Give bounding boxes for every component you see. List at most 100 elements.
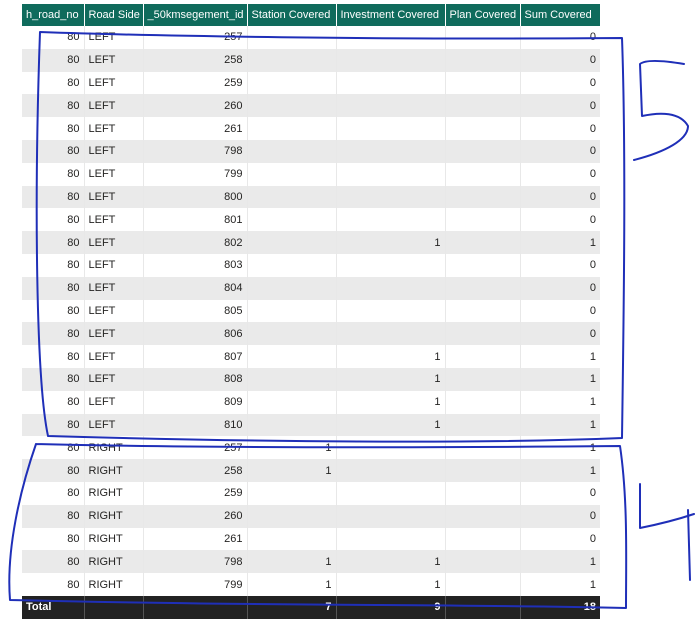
column-header-plan-covered[interactable]: Plan Covered	[445, 4, 521, 26]
cell-road-side: LEFT	[84, 185, 144, 209]
cell-investment-covered: 1	[336, 367, 446, 391]
cell-segment-id: 257	[143, 436, 248, 460]
cell-h-road-no: 80	[22, 345, 85, 368]
cell-station-covered	[247, 71, 337, 95]
cell-plan-covered	[445, 253, 521, 277]
cell-investment-covered	[336, 48, 446, 72]
cell-road-side: LEFT	[84, 117, 144, 140]
cell-sum-covered: 0	[520, 117, 600, 140]
cell-road-side: LEFT	[84, 390, 144, 414]
cell-road-side: LEFT	[84, 299, 144, 323]
cell-station-covered	[247, 48, 337, 72]
table-row: 80 LEFT 259 0	[22, 71, 600, 95]
cell-h-road-no: 80	[22, 48, 85, 72]
cell-road-side: RIGHT	[84, 459, 144, 482]
cell-h-road-no: 80	[22, 390, 85, 414]
cell-station-covered	[247, 117, 337, 140]
cell-h-road-no: 80	[22, 185, 85, 209]
cell-sum-covered: 0	[520, 299, 600, 323]
cell-investment-covered	[336, 527, 446, 551]
cell-plan-covered	[445, 276, 521, 300]
data-table: h_road_no Road Side _50kmsegement_id Sta…	[22, 4, 600, 619]
cell-plan-covered	[445, 208, 521, 232]
column-header-station-covered[interactable]: Station Covered	[247, 4, 337, 26]
table-row: 80 RIGHT 261 0	[22, 527, 600, 551]
cell-segment-id: 258	[143, 48, 248, 72]
cell-h-road-no: 80	[22, 413, 85, 437]
column-header-h-road-no[interactable]: h_road_no	[22, 4, 85, 26]
cell-plan-covered	[445, 367, 521, 391]
cell-h-road-no: 80	[22, 94, 85, 118]
cell-h-road-no: 80	[22, 231, 85, 254]
column-header-segment-id[interactable]: _50kmsegement_id	[143, 4, 248, 26]
left-group-count-5	[633, 60, 689, 161]
cell-investment-covered	[336, 185, 446, 209]
cell-station-covered	[247, 276, 337, 300]
cell-station-covered	[247, 94, 337, 118]
cell-sum-covered: 0	[520, 527, 600, 551]
cell-h-road-no: 80	[22, 276, 85, 300]
cell-h-road-no: 80	[22, 436, 85, 460]
cell-investment-covered	[336, 253, 446, 277]
table-row: 80 LEFT 802 1 1	[22, 231, 600, 254]
cell-sum-covered: 0	[520, 139, 600, 163]
cell-investment-covered	[336, 504, 446, 528]
table-row: 80 RIGHT 258 1 1	[22, 459, 600, 482]
cell-investment-covered: 1	[336, 573, 446, 596]
cell-road-side: LEFT	[84, 162, 144, 186]
cell-plan-covered	[445, 299, 521, 323]
cell-plan-covered	[445, 573, 521, 596]
table-row: 80 LEFT 257 0	[22, 26, 600, 49]
cell-segment-id: 799	[143, 162, 248, 186]
cell-h-road-no: 80	[22, 117, 85, 140]
cell-plan-covered	[445, 390, 521, 414]
cell-road-side: LEFT	[84, 413, 144, 437]
cell-sum-covered: 0	[520, 208, 600, 232]
cell-road-side: LEFT	[84, 231, 144, 254]
cell-station-covered	[247, 504, 337, 528]
cell-sum-covered: 1	[520, 390, 600, 414]
cell-h-road-no: 80	[22, 208, 85, 232]
total-investment-covered: 9	[336, 595, 446, 619]
total-label: Total	[22, 595, 85, 619]
column-header-investment-covered[interactable]: Investment Covered	[336, 4, 446, 26]
cell-investment-covered	[336, 322, 446, 346]
cell-station-covered	[247, 413, 337, 437]
cell-plan-covered	[445, 504, 521, 528]
cell-road-side: RIGHT	[84, 481, 144, 505]
cell-station-covered	[247, 299, 337, 323]
cell-road-side: RIGHT	[84, 573, 144, 596]
cell-road-side: LEFT	[84, 139, 144, 163]
cell-road-side: LEFT	[84, 208, 144, 232]
column-header-sum-covered[interactable]: Sum Covered	[520, 4, 600, 26]
cell-segment-id: 807	[143, 345, 248, 368]
column-header-road-side[interactable]: Road Side	[84, 4, 144, 26]
cell-investment-covered	[336, 299, 446, 323]
cell-sum-covered: 1	[520, 436, 600, 460]
cell-station-covered	[247, 139, 337, 163]
table-row: 80 LEFT 810 1 1	[22, 413, 600, 437]
cell-segment-id: 261	[143, 117, 248, 140]
cell-investment-covered	[336, 139, 446, 163]
cell-plan-covered	[445, 26, 521, 49]
total-row: Total 7 9 18	[22, 595, 600, 619]
cell-station-covered	[247, 253, 337, 277]
cell-investment-covered: 1	[336, 390, 446, 414]
cell-road-side: RIGHT	[84, 436, 144, 460]
cell-h-road-no: 80	[22, 26, 85, 49]
cell-h-road-no: 80	[22, 322, 85, 346]
cell-road-side: LEFT	[84, 276, 144, 300]
total-sum-covered: 18	[520, 595, 600, 619]
cell-road-side: LEFT	[84, 367, 144, 391]
cell-sum-covered: 1	[520, 413, 600, 437]
cell-sum-covered: 1	[520, 550, 600, 574]
cell-plan-covered	[445, 436, 521, 460]
cell-station-covered	[247, 26, 337, 49]
cell-plan-covered	[445, 459, 521, 482]
cell-h-road-no: 80	[22, 299, 85, 323]
cell-segment-id: 809	[143, 390, 248, 414]
table-row: 80 LEFT 803 0	[22, 253, 600, 277]
cell-station-covered	[247, 481, 337, 505]
cell-h-road-no: 80	[22, 527, 85, 551]
cell-road-side: LEFT	[84, 26, 144, 49]
